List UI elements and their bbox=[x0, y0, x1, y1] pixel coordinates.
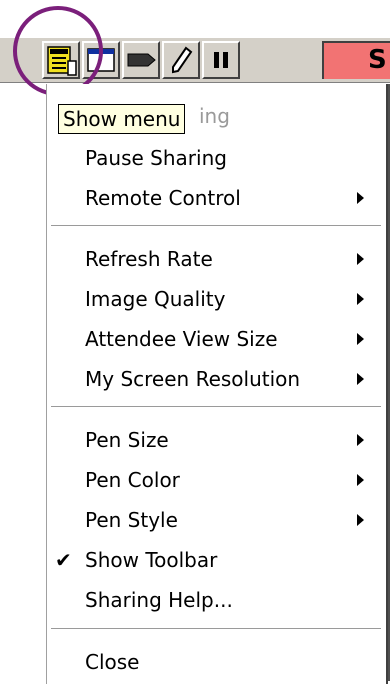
menu-item-show-toolbar[interactable]: ✔ Show Toolbar bbox=[47, 542, 385, 578]
menu-item-label: Show Toolbar bbox=[85, 548, 218, 572]
menu-item-close[interactable]: Close bbox=[47, 644, 385, 680]
menu-item-image-quality[interactable]: Image Quality bbox=[47, 281, 385, 317]
menu-item-label: Remote Control bbox=[85, 186, 241, 210]
menu-item-sharing-help[interactable]: Sharing Help... bbox=[47, 582, 385, 618]
menu-item-label: Pen Style bbox=[85, 508, 178, 532]
show-menu-button[interactable] bbox=[42, 41, 80, 79]
menu-item-attendee-view-size[interactable]: Attendee View Size bbox=[47, 321, 385, 357]
menu-item-label: ing bbox=[199, 104, 230, 128]
window-button[interactable] bbox=[82, 41, 120, 79]
sharing-status-bar: S bbox=[322, 41, 390, 79]
submenu-arrow-icon bbox=[357, 373, 364, 385]
show-menu-tooltip: Show menu bbox=[58, 104, 186, 134]
pen-button[interactable] bbox=[162, 41, 200, 79]
menu-item-label: Sharing Help... bbox=[85, 588, 233, 612]
submenu-arrow-icon bbox=[357, 253, 364, 265]
menu-item-pen-size[interactable]: Pen Size bbox=[47, 422, 385, 458]
menu-separator bbox=[51, 225, 381, 227]
pause-button[interactable] bbox=[202, 41, 240, 79]
menu-item-pause-sharing[interactable]: Pause Sharing bbox=[47, 140, 385, 176]
menu-item-label: Pen Color bbox=[85, 468, 180, 492]
submenu-arrow-icon bbox=[357, 192, 364, 204]
window-icon bbox=[87, 48, 115, 72]
submenu-arrow-icon bbox=[357, 514, 364, 526]
menu-item-pen-color[interactable]: Pen Color bbox=[47, 462, 385, 498]
sharing-menu: ing Pause Sharing Remote Control Refresh… bbox=[46, 84, 388, 684]
menu-icon bbox=[47, 46, 77, 76]
pointer-button[interactable] bbox=[122, 41, 160, 79]
submenu-arrow-icon bbox=[357, 293, 364, 305]
pause-icon bbox=[214, 52, 228, 68]
menu-item-label: Pen Size bbox=[85, 428, 169, 452]
menu-item-label: Close bbox=[85, 650, 140, 674]
menu-item-label: Refresh Rate bbox=[85, 247, 213, 271]
submenu-arrow-icon bbox=[357, 333, 364, 345]
checkmark-icon: ✔ bbox=[55, 548, 72, 572]
pointer-icon bbox=[127, 53, 156, 67]
menu-item-label: Pause Sharing bbox=[85, 146, 227, 170]
submenu-arrow-icon bbox=[357, 474, 364, 486]
sharing-toolbar: S bbox=[0, 37, 390, 83]
menu-separator bbox=[51, 628, 381, 630]
menu-separator bbox=[51, 406, 381, 408]
menu-item-pen-style[interactable]: Pen Style bbox=[47, 502, 385, 538]
pen-icon bbox=[172, 46, 193, 74]
menu-item-label: Image Quality bbox=[85, 287, 226, 311]
menu-item-refresh-rate[interactable]: Refresh Rate bbox=[47, 241, 385, 277]
submenu-arrow-icon bbox=[357, 434, 364, 446]
menu-item-label: My Screen Resolution bbox=[85, 367, 301, 391]
menu-item-my-screen-resolution[interactable]: My Screen Resolution bbox=[47, 361, 385, 397]
menu-item-label: Attendee View Size bbox=[85, 327, 278, 351]
menu-item-remote-control[interactable]: Remote Control bbox=[47, 180, 385, 216]
